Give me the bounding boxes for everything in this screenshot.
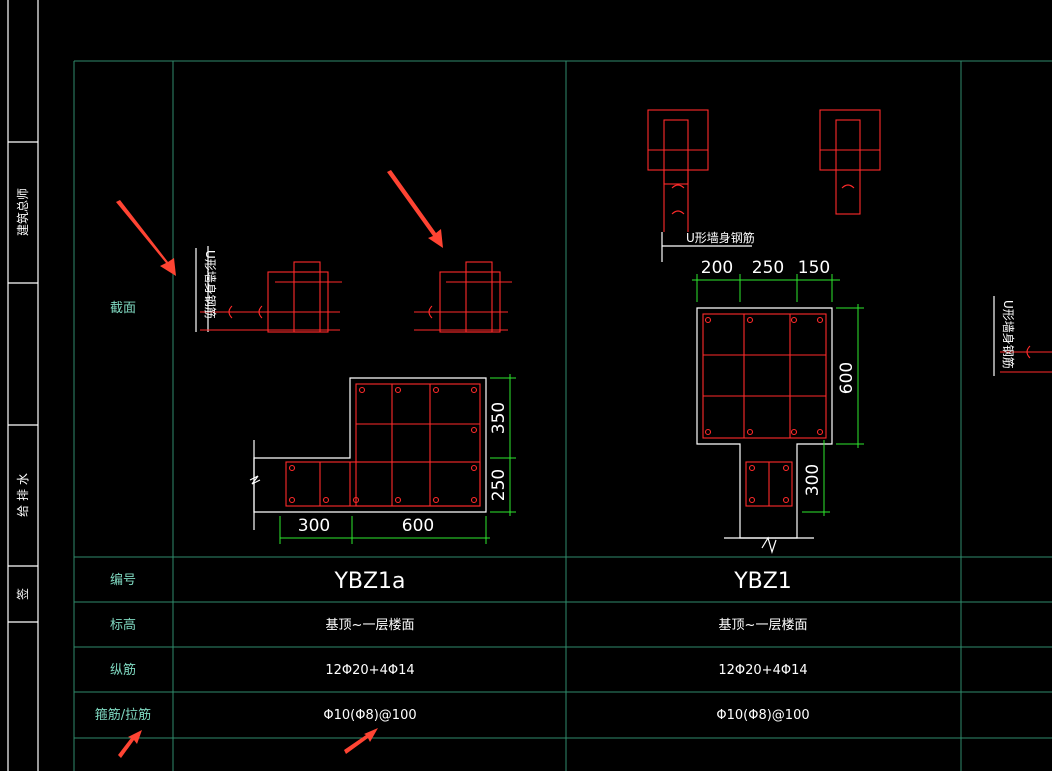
ybz1-u-bar-label: U形墙身钢筋 bbox=[686, 230, 755, 245]
ybz1a-dim-w1: 300 bbox=[298, 516, 330, 536]
col2-elevation: 基顶~一层楼面 bbox=[719, 618, 808, 633]
ybz1a-dim-w2: 600 bbox=[402, 516, 434, 536]
row-label-long-bar: 纵筋 bbox=[110, 662, 136, 678]
strip-text-mid: 给 排 水 bbox=[16, 473, 30, 517]
row-label-stirrup: 箍筋/拉筋 bbox=[95, 707, 151, 723]
strip-text-top: 建筑总师 bbox=[15, 188, 30, 236]
col1-stirrup: Φ10(Φ8)@100 bbox=[323, 708, 416, 723]
row-label-elevation: 标高 bbox=[110, 617, 136, 633]
strip-text-bottom: 签 bbox=[15, 588, 30, 600]
col2-long-bar: 12Φ20+4Φ14 bbox=[718, 663, 807, 678]
col1-code: YBZ1a bbox=[333, 569, 405, 594]
ybz1-dim-w1: 200 bbox=[701, 258, 733, 278]
ybz1-dim-h2: 300 bbox=[803, 464, 823, 496]
cad-drawing-canvas[interactable]: 建筑总师 给 排 水 签 截面 编号 标高 纵筋 箍筋/拉筋 YBZ1a 基顶~… bbox=[0, 0, 1052, 771]
col2-stirrup: Φ10(Φ8)@100 bbox=[716, 708, 809, 723]
col3-u-bar-label: U形墙身钢筋 bbox=[1001, 300, 1016, 369]
ybz1a-u-bar-label: U形墙身钢筋 bbox=[203, 250, 218, 319]
col1-elevation: 基顶~一层楼面 bbox=[326, 618, 415, 633]
col1-long-bar: 12Φ20+4Φ14 bbox=[325, 663, 414, 678]
ybz1-dim-w2: 250 bbox=[752, 258, 784, 278]
row-label-code: 编号 bbox=[110, 573, 136, 588]
ybz1a-dim-h2: 250 bbox=[489, 469, 509, 501]
ybz1-dim-h1: 600 bbox=[837, 362, 857, 394]
row-label-section: 截面 bbox=[110, 301, 136, 316]
ybz1-dim-w3: 150 bbox=[798, 258, 830, 278]
ybz1a-dim-h1: 350 bbox=[489, 402, 509, 434]
col2-code: YBZ1 bbox=[733, 569, 792, 594]
